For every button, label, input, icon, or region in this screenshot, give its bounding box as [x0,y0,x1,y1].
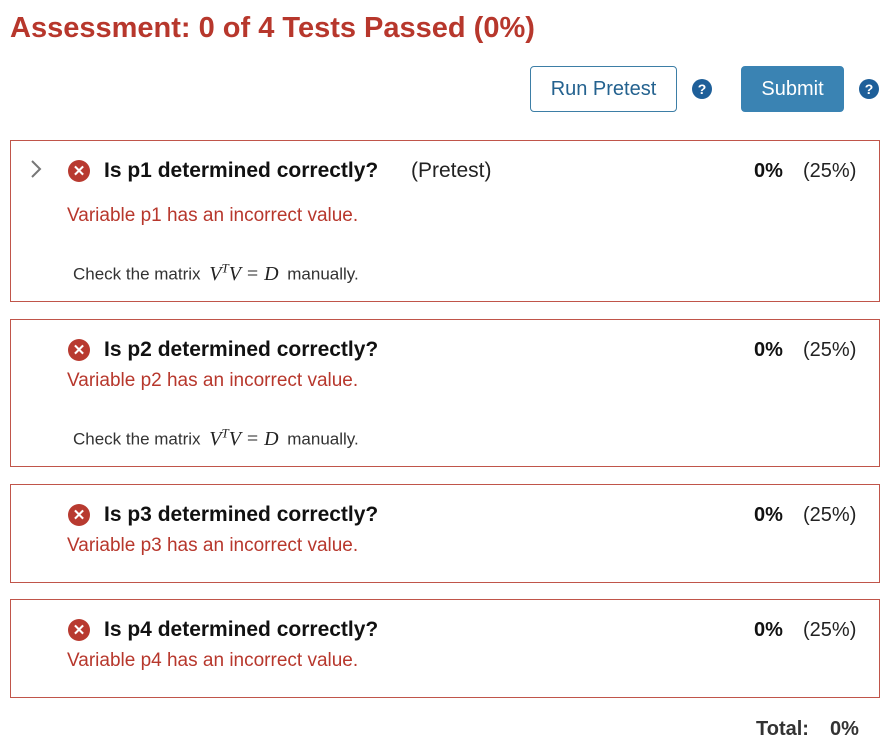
test-item-p2: ✕ Is p2 determined correctly? 0% (25%) V… [10,319,880,467]
test-weight: (25%) [803,619,857,641]
test-hint: Check the matrix VTV = D manually. [73,260,359,286]
test-hint: Check the matrix VTV = D manually. [73,425,359,451]
test-score: 0% [754,504,783,526]
test-message: Variable p3 has an incorrect value. [67,535,359,556]
test-score: 0% [754,619,783,641]
test-message: Variable p4 has an incorrect value. [67,650,359,671]
fail-x-icon: ✕ [68,339,90,361]
math-base: V [209,427,222,450]
assessment-title: Assessment: 0 of 4 Tests Passed (0%) [10,12,535,44]
chevron-right-icon[interactable] [27,157,45,181]
submit-help-icon[interactable]: ? [859,79,879,99]
hint-suffix: manually. [287,429,359,449]
math-base: V [209,262,222,285]
test-message: Variable p2 has an incorrect value. [67,370,359,391]
submit-button[interactable]: Submit [741,66,844,112]
test-title: Is p1 determined correctly? [104,159,379,182]
run-pretest-button[interactable]: Run Pretest [530,66,677,112]
test-item-p3: ✕ Is p3 determined correctly? 0% (25%) V… [10,484,880,583]
test-item-p1: ✕ Is p1 determined correctly? (Pretest) … [10,140,880,302]
hint-suffix: manually. [287,264,359,284]
fail-x-icon: ✕ [68,160,90,182]
math-sup: T [221,425,229,440]
fail-x-icon: ✕ [68,504,90,526]
test-weight: (25%) [803,160,857,182]
math-sup: T [221,260,229,275]
test-message: Variable p1 has an incorrect value. [67,205,359,226]
fail-x-icon: ✕ [68,619,90,641]
test-title: Is p4 determined correctly? [104,618,379,641]
pretest-tag: (Pretest) [411,159,492,182]
hint-prefix: Check the matrix [73,264,201,284]
test-item-p4: ✕ Is p4 determined correctly? 0% (25%) V… [10,599,880,698]
hint-math: VTV = D [205,425,282,450]
test-score: 0% [754,160,783,182]
math-rest: V = D [228,427,279,450]
test-score: 0% [754,339,783,361]
test-title: Is p3 determined correctly? [104,503,379,526]
total-value: 0% [830,718,859,740]
hint-prefix: Check the matrix [73,429,201,449]
total-label: Total: [756,718,809,740]
pretest-help-icon[interactable]: ? [692,79,712,99]
test-weight: (25%) [803,339,857,361]
hint-math: VTV = D [205,260,282,285]
test-weight: (25%) [803,504,857,526]
test-title: Is p2 determined correctly? [104,338,379,361]
math-rest: V = D [228,262,279,285]
